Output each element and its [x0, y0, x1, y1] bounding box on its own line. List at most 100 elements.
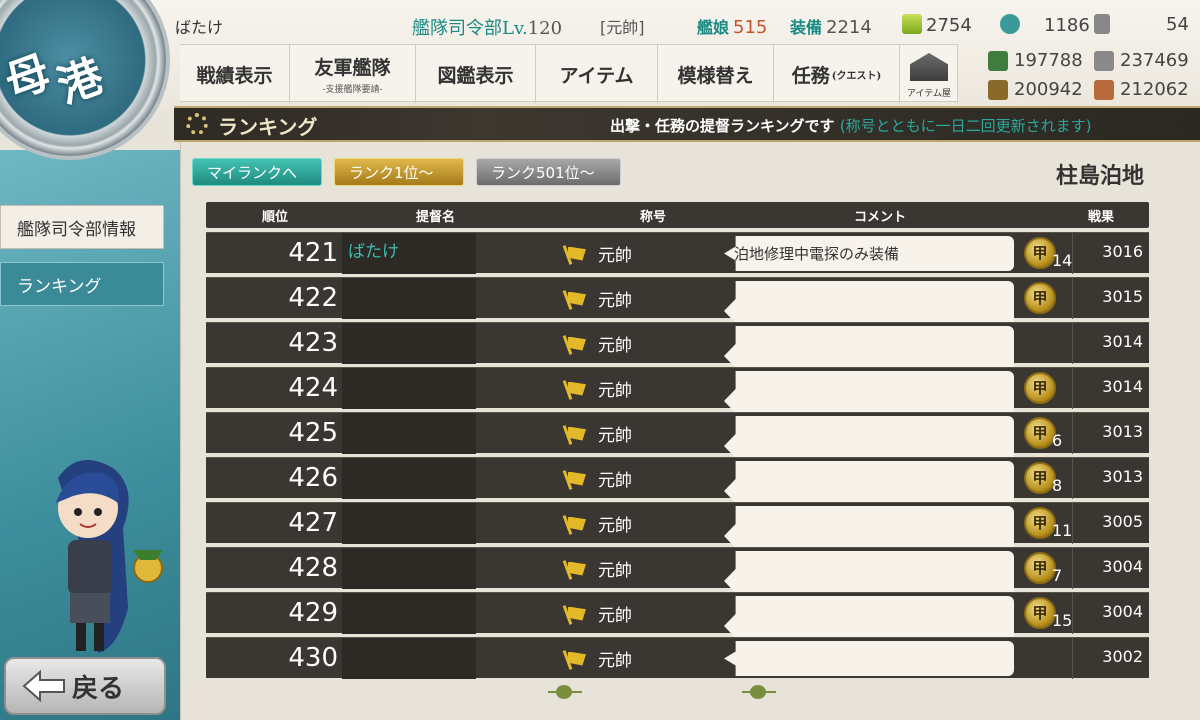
- tab-rank-501[interactable]: ランク501位～: [476, 158, 621, 186]
- menu-quests-label: 任務: [791, 64, 830, 87]
- score-cell: 3005: [1072, 503, 1149, 544]
- title-cell: 元帥: [574, 638, 684, 679]
- title-cell: 元帥: [574, 368, 684, 409]
- hq-level-value: 120: [527, 18, 563, 39]
- table-header: 順位 提督名 称号 コメント 戦果: [206, 202, 1149, 228]
- menu-quests[interactable]: 任務 (クエスト): [774, 45, 900, 103]
- flag-icon: [564, 650, 588, 668]
- table-row[interactable]: 421 ばたけ 元帥 泊地修理中電探のみ装備甲 14 3016: [206, 232, 1149, 274]
- table-row[interactable]: 425 元帥甲 6 3013: [206, 412, 1149, 476]
- screw-count: 54: [1166, 14, 1189, 35]
- materials: 197788 237469 200942 212062: [988, 48, 1200, 102]
- equip-count-value: 2214: [826, 17, 872, 38]
- table-row[interactable]: 423 元帥 3014: [206, 322, 1149, 386]
- admiral-name-cell: [342, 278, 476, 319]
- menu-battle-record[interactable]: 戦績表示: [180, 45, 290, 103]
- flag-icon: [564, 335, 588, 353]
- title-text: 元帥: [598, 336, 632, 356]
- admiral-name-cell: [342, 368, 476, 409]
- menu-furniture[interactable]: 模様替え: [658, 45, 774, 103]
- title-cell: 元帥: [574, 233, 684, 274]
- flag-icon: [564, 380, 588, 398]
- admiral-name-cell: [342, 593, 476, 634]
- tab-my-rank[interactable]: マイランクへ: [192, 158, 322, 186]
- score-cell: 3013: [1072, 413, 1149, 454]
- table-row[interactable]: 430 元帥 3002: [206, 637, 1149, 679]
- score-cell: 3016: [1072, 233, 1149, 274]
- rank-cell: 428: [288, 553, 338, 583]
- hammer-icon: [1093, 14, 1110, 34]
- title-text: 元帥: [598, 516, 632, 536]
- tab-rank-1[interactable]: ランク1位～: [334, 158, 464, 186]
- hq-label: 艦隊司令部Lv.: [412, 18, 528, 39]
- ranking-banner: ランキング 出撃・任務の提督ランキングです (称号とともに一日二回更新されます): [174, 106, 1200, 142]
- flag-icon: [564, 290, 588, 308]
- score-cell: 3004: [1072, 548, 1149, 589]
- table-row[interactable]: 428 元帥甲 7 3004: [206, 547, 1149, 611]
- rank-cell: 427: [288, 508, 338, 538]
- ranking-table: 順位 提督名 称号 コメント 戦果 421 ばたけ 元帥 泊地修理中電探のみ装備甲 14…: [206, 202, 1149, 679]
- table-row[interactable]: 424 元帥 甲 3014: [206, 367, 1149, 431]
- back-button[interactable]: 戻る: [4, 657, 166, 715]
- table-row[interactable]: 426 元帥甲 8 3013: [206, 457, 1149, 521]
- title-text: 元帥: [598, 381, 632, 401]
- admiral-name-cell: [342, 503, 476, 544]
- table-body: 421 ばたけ 元帥 泊地修理中電探のみ装備甲 14 3016 422 元帥甲 3015 423 元…: [206, 232, 1149, 679]
- fuel-icon: [988, 50, 1008, 71]
- shop-icon: [910, 53, 948, 81]
- medal-count: 6: [1052, 431, 1063, 450]
- page-next-button[interactable]: [742, 682, 776, 702]
- banner-note: (称号とともに一日二回更新されます): [839, 117, 1092, 135]
- hq-level: 艦隊司令部Lv.120: [412, 14, 562, 40]
- home-label-char-2: 港: [51, 50, 110, 114]
- score-cell: 3014: [1072, 368, 1149, 409]
- title-cell: 元帥: [574, 593, 684, 634]
- admiral-name-cell: [342, 413, 476, 454]
- dev-material-count: 1186: [1000, 14, 1114, 36]
- ship-count: 艦娘 515: [697, 14, 767, 38]
- flag-icon: [564, 560, 588, 578]
- ranking-tabs: マイランクへ ランク1位～ ランク501位～: [192, 158, 621, 186]
- header-score: 戦果: [1088, 209, 1115, 225]
- medal-count: 7: [1052, 566, 1063, 585]
- score-cell: 3014: [1072, 323, 1149, 364]
- menu-friend-fleet-label: 友軍艦隊: [314, 57, 391, 79]
- table-row[interactable]: 427 元帥甲 11 3005: [206, 502, 1149, 566]
- rank-cell: 425: [288, 418, 338, 448]
- title-cell: 元帥: [574, 458, 684, 499]
- menu-items-label: アイテム: [559, 64, 634, 87]
- item-shop-button[interactable]: アイテム屋: [900, 45, 958, 103]
- title-text: 元帥: [598, 291, 632, 311]
- admiral-name-cell: [342, 323, 476, 364]
- dev-material-value: 1186: [1044, 15, 1090, 36]
- banner-desc-text: 出撃・任務の提督ランキングです: [610, 117, 835, 135]
- rank-cell: 424: [288, 373, 338, 403]
- rank-title: [元帥]: [600, 18, 645, 37]
- sidebar-item-ranking[interactable]: ランキング: [0, 262, 164, 306]
- admiral-name-cell: [342, 458, 476, 499]
- title-text: 元帥: [598, 561, 632, 581]
- menu-friend-fleet[interactable]: 友軍艦隊 -支援艦隊要請-: [290, 45, 416, 103]
- table-row[interactable]: 422 元帥 甲 3015: [206, 277, 1149, 341]
- title-cell: 元帥: [574, 413, 684, 454]
- bucket-count: 2754: [902, 14, 972, 36]
- menu-items[interactable]: アイテム: [536, 45, 658, 103]
- score-cell: 3013: [1072, 458, 1149, 499]
- medal-count: 15: [1052, 611, 1073, 630]
- header-comment: コメント: [854, 209, 907, 225]
- menu-friend-fleet-sub: -支援艦隊要請-: [322, 85, 383, 95]
- menu-encyclopedia[interactable]: 図鑑表示: [416, 45, 536, 103]
- menu-quests-sub: (クエスト): [831, 70, 882, 82]
- ammo: 200942: [988, 77, 1094, 102]
- secretary-ship-character[interactable]: [18, 448, 168, 658]
- rank-cell: 426: [288, 463, 338, 493]
- back-arrow-icon: [22, 669, 65, 703]
- page-prev-button[interactable]: [548, 682, 582, 702]
- fuel: 197788: [988, 48, 1094, 73]
- medal-icon: 甲: [1024, 372, 1056, 404]
- bauxite-value: 212062: [1120, 79, 1189, 100]
- title-text: 元帥: [598, 246, 632, 266]
- flag-icon: [564, 605, 588, 623]
- sidebar-item-hq-info[interactable]: 艦隊司令部情報: [0, 205, 164, 249]
- table-row[interactable]: 429 元帥甲 15 3004: [206, 592, 1149, 656]
